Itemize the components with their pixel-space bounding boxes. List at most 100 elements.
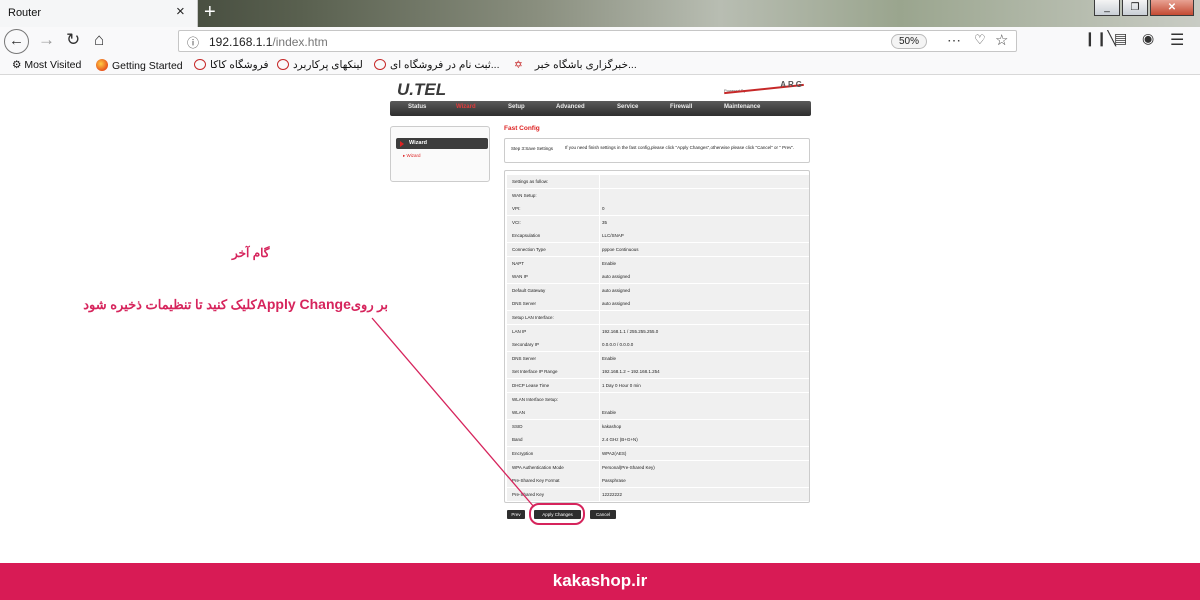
step-description: If you need finish settings in the fast …: [565, 145, 795, 150]
table-row: VCI: 35: [507, 215, 809, 229]
cancel-button[interactable]: Cancel: [590, 510, 616, 519]
row-value: Passphrase: [602, 478, 626, 484]
bookmarks-bar: ⚙ Most Visited Getting Started فروشگاه ک…: [0, 56, 1200, 75]
table-row: Pre-Shared Key Format Passphrase: [507, 474, 809, 488]
row-label: Connection Type: [512, 247, 546, 252]
row-value: 0.0.0.0 / 0.0.0.0: [602, 342, 634, 348]
close-tab-icon[interactable]: ×: [176, 3, 185, 20]
row-label: NAPT: [512, 260, 525, 266]
menu-maintenance[interactable]: Maintenance: [724, 104, 760, 110]
navigation-toolbar: ← → ↻ ⌂ ⓘ 192.168.1.1/index.htm 50% ⋯ ♡ …: [0, 27, 1200, 56]
menu-icon[interactable]: ☰: [1170, 30, 1184, 50]
page-actions-icon[interactable]: ⋯: [947, 32, 961, 49]
address-bar[interactable]: ⓘ 192.168.1.1/index.htm 50% ⋯ ♡ ☆: [178, 30, 1017, 52]
row-label: Set Interface IP Range: [512, 369, 558, 375]
table-row: Secondary IP 0.0.0.0 / 0.0.0.0: [507, 338, 809, 352]
row-value: auto assigned: [602, 301, 631, 307]
router-menu-bar: Status Wizard Setup Advanced Service Fir…: [390, 101, 811, 116]
row-divider: [599, 365, 600, 379]
row-divider: [599, 256, 600, 270]
bookmark-label: لینکهای پرکاربرد: [293, 59, 363, 71]
arg-logo: Powered By ARG: [724, 80, 810, 98]
library-icon[interactable]: ❙❙╲: [1084, 30, 1116, 47]
menu-service[interactable]: Service: [617, 104, 638, 110]
kaka-logo-icon: [374, 59, 386, 70]
row-divider: [599, 379, 600, 392]
table-row: Default Gateway auto assigned: [507, 283, 809, 297]
menu-firewall[interactable]: Firewall: [670, 104, 692, 110]
row-divider: [599, 324, 600, 338]
reload-icon[interactable]: ↻: [66, 30, 80, 50]
instruction-annotation: بر رویApply Changeکلیک کنید تا تنظیمات ذ…: [83, 296, 388, 313]
row-divider: [599, 447, 600, 460]
pocket-icon[interactable]: ♡: [974, 32, 986, 48]
row-label: Encapsulation: [512, 233, 541, 239]
url-text[interactable]: 192.168.1.1/index.htm: [209, 35, 328, 49]
row-divider: [599, 188, 600, 202]
row-value: auto assigned: [602, 287, 631, 293]
row-divider: [599, 351, 600, 365]
menu-advanced[interactable]: Advanced: [556, 104, 585, 110]
menu-wizard[interactable]: Wizard: [456, 104, 476, 110]
step-label: Step 3:Save Settings: [511, 146, 554, 151]
row-divider: [599, 460, 600, 474]
info-icon[interactable]: ⓘ: [187, 34, 199, 51]
url-host: 192.168.1.1: [209, 35, 273, 49]
table-row: WLAN Interface Setup:: [507, 392, 809, 406]
tab-router[interactable]: Router ×: [0, 0, 198, 27]
table-row: Encryption WPA2(AES): [507, 447, 809, 460]
account-icon[interactable]: ◉: [1142, 30, 1154, 47]
maximize-button[interactable]: ❐: [1122, 0, 1148, 16]
kaka-logo-icon: [277, 59, 289, 70]
url-path: /index.htm: [272, 35, 328, 49]
table-row: VPI: 0: [507, 202, 809, 216]
bookmark-news[interactable]: ✡ خبرگزاری باشگاه خبر...: [514, 59, 637, 71]
row-divider: [599, 311, 600, 324]
menu-setup[interactable]: Setup: [508, 104, 525, 110]
row-divider: [599, 175, 600, 188]
bookmark-most-visited[interactable]: ⚙ Most Visited: [12, 59, 81, 71]
row-divider: [599, 419, 600, 433]
table-row: Settings as follow:: [507, 175, 809, 188]
bookmark-kaka-store[interactable]: فروشگاه کاکا: [194, 59, 269, 71]
sidebar-item-wizard[interactable]: ▸ Wizard: [403, 153, 421, 159]
menu-status[interactable]: Status: [408, 104, 426, 110]
bookmark-star-icon[interactable]: ☆: [995, 31, 1008, 49]
row-value: Enable: [602, 355, 617, 361]
row-label: Encryption: [512, 451, 534, 456]
row-divider: [599, 297, 600, 311]
row-divider: [599, 202, 600, 216]
table-row: WPA Authentication Mode Personal(Pre-Shar…: [507, 460, 809, 474]
footer-site-name: kakashop.ir: [552, 571, 648, 590]
table-row: WLAN Enable: [507, 406, 809, 420]
tab-strip: Router × + _ ❐ ✕: [0, 0, 1200, 27]
bookmark-popular-links[interactable]: لینکهای پرکاربرد: [277, 59, 363, 71]
forward-icon[interactable]: →: [38, 30, 55, 50]
row-label: WAN Setup:: [512, 192, 537, 198]
bookmark-register[interactable]: ثبت نام در فروشگاه ای...: [374, 59, 500, 71]
zoom-level[interactable]: 50%: [891, 34, 927, 49]
close-window-button[interactable]: ✕: [1150, 0, 1194, 16]
kaka-logo-icon: [194, 59, 206, 70]
back-icon[interactable]: ←: [4, 29, 29, 54]
table-row: NAPT Enable: [507, 256, 809, 270]
table-row: Setup LAN Interface:: [507, 311, 809, 324]
minimize-button[interactable]: _: [1094, 0, 1120, 16]
page-title: Fast Config: [504, 125, 540, 132]
sidebar-header[interactable]: Wizard: [396, 138, 488, 149]
news-icon: ✡: [514, 59, 523, 71]
bookmark-getting-started[interactable]: Getting Started: [96, 59, 183, 72]
firefox-icon: [96, 59, 108, 71]
prev-button[interactable]: Prev: [507, 510, 525, 519]
row-value: 12222222: [602, 491, 623, 497]
new-tab-button[interactable]: +: [204, 1, 216, 24]
router-logo: U.TEL: [397, 80, 447, 99]
row-label: DNS Server: [512, 355, 537, 361]
arg-brand: ARG: [780, 80, 804, 89]
table-row: SSID kakashop: [507, 419, 809, 433]
home-icon[interactable]: ⌂: [94, 30, 104, 50]
footer-banner: kakashop.ir: [0, 563, 1200, 600]
row-label: WAN IP: [512, 274, 528, 280]
table-row: Band 2.4 GHz (B+G+N): [507, 433, 809, 447]
sidebar-icon[interactable]: ▤: [1114, 30, 1127, 47]
